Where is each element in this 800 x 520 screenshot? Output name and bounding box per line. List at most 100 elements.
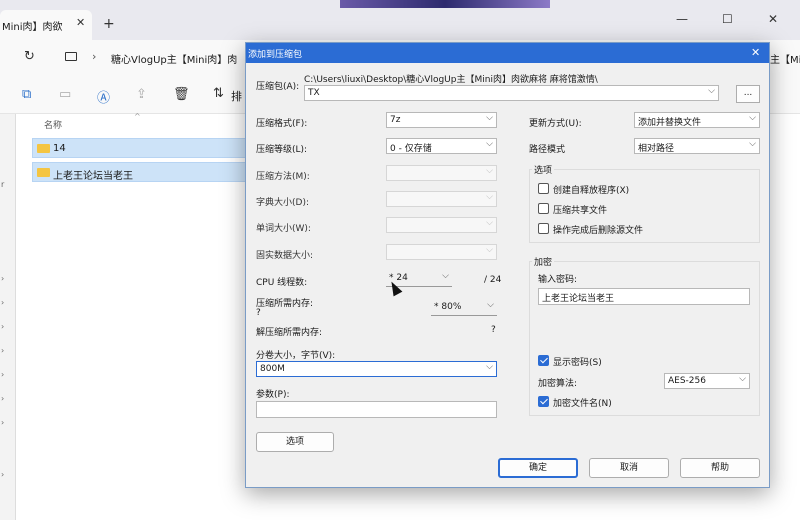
- enc-method-select[interactable]: AES-256 ⌵: [664, 373, 750, 389]
- path-mode-value: 相对路径: [638, 144, 675, 154]
- enc-method-label: 加密算法:: [538, 379, 578, 389]
- dialog-title: 添加到压缩包: [248, 50, 303, 60]
- level-value: 0 - 仅存储: [390, 144, 432, 154]
- nav-expand-icon[interactable]: ›: [1, 370, 4, 379]
- options-group-title: 选项: [532, 163, 555, 176]
- delete-after-label: 操作完成后删除源文件: [553, 226, 644, 236]
- show-password-checkbox[interactable]: [538, 355, 549, 366]
- chevron-down-icon: ⌵: [749, 139, 756, 149]
- method-select: ⌵: [386, 165, 497, 181]
- nav-expand-icon[interactable]: ›: [1, 394, 4, 403]
- sfx-label: 创建自释放程序(X): [553, 186, 630, 196]
- breadcrumb[interactable]: 糖心VlogUp主【Mini肉】肉: [111, 51, 237, 66]
- rename-icon[interactable]: Ⓐ: [97, 87, 110, 106]
- shared-files-checkbox[interactable]: [538, 203, 549, 214]
- mem-value: * 80%: [434, 302, 462, 312]
- nav-expand-icon[interactable]: ›: [1, 418, 4, 427]
- nav-expand-icon[interactable]: ›: [1, 346, 4, 355]
- threads-max: / 24: [484, 275, 502, 285]
- chevron-down-icon: ⌵: [486, 218, 493, 228]
- nav-item-mark[interactable]: r: [1, 180, 4, 189]
- tab-current[interactable]: Mini肉】肉欲 ✕: [0, 10, 92, 40]
- archive-path: C:\Users\liuxi\Desktop\糖心VlogUp主【Mini肉】肉…: [304, 75, 598, 85]
- list-item-name: 14: [53, 143, 66, 154]
- threads-label: CPU 线程数:: [256, 278, 308, 288]
- update-select[interactable]: 添加并替换文件 ⌵: [634, 112, 760, 128]
- path-mode-select[interactable]: 相对路径 ⌵: [634, 138, 760, 154]
- level-label: 压缩等级(L):: [256, 145, 308, 155]
- chevron-down-icon: ⌵: [486, 166, 493, 176]
- dialog-title-bar[interactable]: 添加到压缩包 ✕: [246, 43, 769, 63]
- mem-select[interactable]: * 80% ⌵: [431, 300, 497, 316]
- delete-icon[interactable]: 🗑: [173, 87, 190, 102]
- chevron-down-icon: ⌵: [486, 245, 493, 255]
- format-select[interactable]: 7z ⌵: [386, 112, 497, 128]
- options-button[interactable]: 选项: [256, 432, 334, 452]
- nav-expand-icon[interactable]: ›: [1, 298, 4, 307]
- copy-icon[interactable]: ⧉: [22, 87, 31, 102]
- archive-name-combo[interactable]: TX ⌵: [304, 85, 719, 101]
- update-label: 更新方式(U):: [529, 119, 582, 129]
- paste-icon: ▭: [59, 87, 72, 102]
- wallpaper-strip: [340, 0, 550, 8]
- chevron-down-icon: ⌵: [749, 113, 756, 123]
- path-mode-label: 路径模式: [529, 145, 566, 155]
- browse-button[interactable]: ...: [736, 85, 760, 103]
- chevron-down-icon: ⌵: [486, 362, 493, 372]
- level-select[interactable]: 0 - 仅存储 ⌵: [386, 138, 497, 154]
- encrypt-names-checkbox[interactable]: [538, 396, 549, 407]
- show-password-label: 显示密码(S): [553, 358, 602, 368]
- ok-button[interactable]: 确定: [498, 458, 578, 478]
- refresh-icon[interactable]: ↻: [24, 49, 35, 64]
- breadcrumb-chevron-icon[interactable]: ›: [92, 50, 96, 63]
- password-input[interactable]: 上老王论坛当老王: [538, 288, 750, 305]
- help-button[interactable]: 帮助: [680, 458, 760, 478]
- sfx-checkbox[interactable]: [538, 183, 549, 194]
- column-header-name[interactable]: 名称: [44, 118, 62, 131]
- archive-label: 压缩包(A):: [256, 82, 300, 92]
- minimize-icon[interactable]: —: [676, 12, 688, 26]
- encrypt-names-label: 加密文件名(N): [553, 399, 612, 409]
- cancel-button[interactable]: 取消: [589, 458, 669, 478]
- word-label: 单词大小(W):: [256, 224, 311, 234]
- delete-after-checkbox[interactable]: [538, 223, 549, 234]
- sort-icon[interactable]: ⇅: [213, 86, 224, 101]
- list-item-name: 上老王论坛当老王: [53, 171, 133, 182]
- solid-select: ⌵: [386, 244, 497, 260]
- nav-expand-icon[interactable]: ›: [1, 274, 4, 283]
- password-label: 输入密码:: [538, 275, 578, 285]
- password-value: 上老王论坛当老王: [542, 294, 615, 304]
- maximize-icon[interactable]: ☐: [722, 12, 733, 26]
- nav-expand-icon[interactable]: ›: [1, 470, 4, 479]
- chevron-down-icon: ⌵: [487, 300, 494, 310]
- folder-icon: [37, 144, 50, 153]
- dialog-close-icon[interactable]: ✕: [751, 46, 760, 59]
- navigation-pane: r › › › › › › › ›: [0, 114, 16, 520]
- list-item[interactable]: 上老王论坛当老王 2: [32, 162, 261, 182]
- sort-label[interactable]: 排: [231, 88, 242, 104]
- update-value: 添加并替换文件: [638, 118, 702, 128]
- breadcrumb-tail[interactable]: 主【Mini肉: [770, 51, 800, 66]
- decomp-mem-unknown: ?: [491, 325, 496, 335]
- list-item[interactable]: 14 2: [32, 138, 261, 158]
- chevron-down-icon: ⌵: [739, 374, 746, 384]
- split-label: 分卷大小，字节(V):: [256, 351, 336, 361]
- nav-expand-icon[interactable]: ›: [1, 322, 4, 331]
- window-close-icon[interactable]: ✕: [768, 12, 778, 26]
- tab-bar: Mini肉】肉欲 ✕ + — ☐ ✕: [0, 0, 800, 40]
- word-select: ⌵: [386, 217, 497, 233]
- split-size-combo[interactable]: 800M ⌵: [256, 361, 497, 377]
- dict-label: 字典大小(D):: [256, 198, 309, 208]
- tab-close-icon[interactable]: ✕: [76, 16, 85, 29]
- this-pc-icon[interactable]: [65, 52, 77, 61]
- folder-icon: [37, 168, 50, 177]
- solid-label: 固实数据大小:: [256, 251, 314, 261]
- mem-unknown: ?: [256, 308, 261, 318]
- dict-select: ⌵: [386, 191, 497, 207]
- params-input[interactable]: [256, 401, 497, 418]
- share-icon: ⇪: [136, 87, 147, 102]
- mem-label: 压缩所需内存:: [256, 299, 314, 309]
- sort-indicator-icon: ^: [134, 112, 141, 121]
- new-tab-icon[interactable]: +: [103, 16, 115, 32]
- decomp-mem-label: 解压缩所需内存:: [256, 328, 323, 338]
